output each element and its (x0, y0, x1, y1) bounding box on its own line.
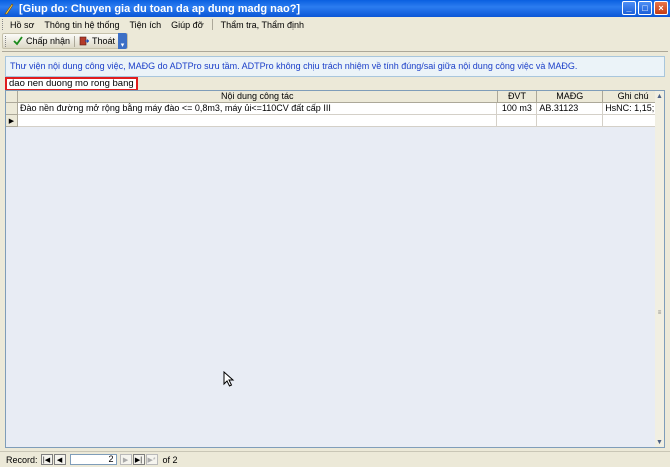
row-pointer-icon: ▶ (8, 117, 15, 125)
cell-dvt-new[interactable] (497, 115, 538, 127)
toolbar: Chấp nhận Thoát ▾ (2, 33, 129, 49)
record-label: Record: (6, 454, 38, 465)
record-count: of 2 (162, 454, 178, 465)
toolbar-overflow-button[interactable]: ▾ (118, 33, 128, 49)
cell-madg[interactable]: AB.31123 (537, 103, 604, 115)
cell-dvt[interactable]: 100 m3 (497, 103, 538, 115)
table-row[interactable]: Đào nền đường mở rộng bằng máy đào <= 0,… (6, 103, 664, 115)
window-controls: _ □ × (622, 1, 668, 15)
table-row-new[interactable]: ▶ (6, 115, 664, 127)
last-record-button[interactable]: ▶| (132, 454, 145, 465)
exit-door-icon (79, 36, 90, 46)
column-header-dvt[interactable]: ĐVT (497, 91, 538, 103)
grid-header: Nội dung công tác ĐVT MAĐG Ghi chú (6, 91, 664, 103)
cell-noi-dung-new[interactable] (17, 115, 498, 127)
exit-button-label: Thoát (92, 36, 116, 46)
work-items-grid: Nội dung công tác ĐVT MAĐG Ghi chú Đào n… (5, 90, 665, 448)
title-bar: [Giup do: Chuyen gia du toan da ap dung … (0, 0, 670, 17)
menu-giup-do[interactable]: Giúp đỡ (166, 20, 208, 30)
app-icon[interactable] (2, 2, 16, 16)
scroll-down-icon[interactable]: ▼ (655, 437, 664, 447)
cursor-arrow-icon (223, 371, 235, 387)
accept-button[interactable]: Chấp nhận (10, 34, 73, 48)
main-panel: Thư viện nội dung công việc, MAĐG do ADT… (2, 51, 668, 449)
vertical-scrollbar[interactable]: ▲ ≡ ▼ (655, 91, 664, 447)
toolbar-grip[interactable] (5, 35, 8, 47)
minimize-button[interactable]: _ (622, 1, 636, 15)
scroll-up-icon[interactable]: ▲ (655, 91, 664, 101)
library-info-banner: Thư viện nội dung công việc, MAĐG do ADT… (5, 56, 665, 77)
check-icon (13, 36, 23, 46)
row-selector-header[interactable] (6, 91, 18, 103)
menu-thong-tin-he-thong[interactable]: Thông tin hệ thống (39, 20, 124, 30)
menu-tham-tra-tham-dinh[interactable]: Thẩm tra, Thẩm định (216, 20, 309, 30)
menu-bar: Hồ sơ Thông tin hệ thống Tiện ích Giúp đ… (0, 17, 670, 32)
record-number-input[interactable]: 2 (69, 454, 117, 465)
next-record-button[interactable]: ▶ (119, 454, 132, 465)
prev-record-button[interactable]: ◀ (53, 454, 66, 465)
menu-separator (211, 19, 213, 30)
exit-button[interactable]: Thoát (76, 34, 118, 48)
current-row-marker[interactable]: ▶ (6, 115, 18, 127)
menu-tien-ich[interactable]: Tiện ích (124, 20, 166, 30)
column-header-madg[interactable]: MAĐG (537, 91, 604, 103)
accept-button-label: Chấp nhận (26, 36, 71, 46)
menu-ho-so[interactable]: Hồ sơ (5, 20, 39, 30)
scroll-thumb-grip[interactable]: ≡ (656, 309, 663, 317)
row-selector[interactable] (6, 103, 18, 115)
maximize-button[interactable]: □ (638, 1, 652, 15)
close-button[interactable]: × (654, 1, 668, 15)
column-header-noi-dung[interactable]: Nội dung công tác (17, 91, 498, 103)
record-navigator: Record: |◀ ◀ 2 ▶ ▶| ▶* of 2 (0, 451, 670, 467)
cell-noi-dung[interactable]: Đào nền đường mở rộng bằng máy đào <= 0,… (17, 103, 498, 115)
toolbar-divider (74, 35, 76, 47)
cell-madg-new[interactable] (537, 115, 604, 127)
window-title: [Giup do: Chuyen gia du toan da ap dung … (19, 2, 301, 15)
first-record-button[interactable]: |◀ (40, 454, 53, 465)
search-filter-input[interactable]: dao nen duong mo rong bang may (5, 77, 138, 91)
new-record-button[interactable]: ▶* (145, 454, 158, 465)
